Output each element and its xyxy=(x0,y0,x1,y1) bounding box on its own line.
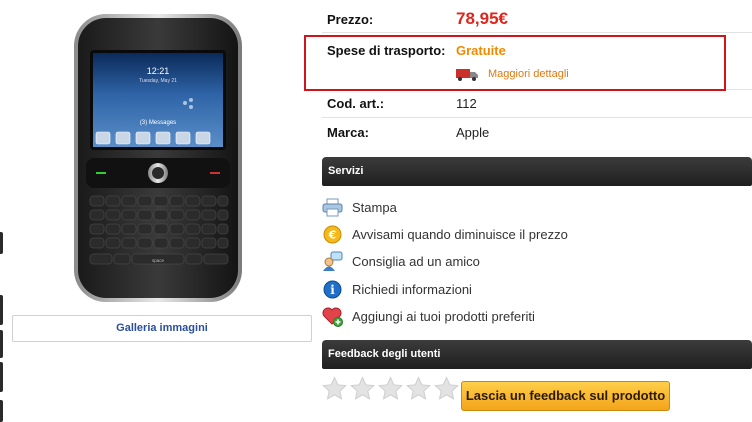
left-edge-strip xyxy=(0,0,4,422)
service-info-label: Richiedi informazioni xyxy=(352,281,472,297)
recommend-friend-icon xyxy=(322,251,343,272)
star-icon[interactable] xyxy=(434,376,459,401)
brand-row: Marca: Apple xyxy=(322,118,752,147)
service-favorites[interactable]: Aggiungi ai tuoi prodotti preferiti xyxy=(322,305,535,327)
service-recommend-label: Consiglia ad un amico xyxy=(352,253,480,269)
shipping-highlight-box xyxy=(304,35,726,91)
product-image[interactable]: 12:21 Tuesday, May 21 (3) Messages space xyxy=(60,8,275,308)
service-price-alert[interactable]: € Avvisami quando diminuisce il prezzo xyxy=(322,223,568,245)
star-icon[interactable] xyxy=(378,376,403,401)
star-icon[interactable] xyxy=(350,376,375,401)
edge-tab xyxy=(0,362,3,392)
edge-tab xyxy=(0,295,3,325)
heart-plus-icon xyxy=(322,306,343,327)
price-value: 78,95€ xyxy=(456,9,508,28)
brand-label: Marca: xyxy=(327,125,369,140)
star-icon[interactable] xyxy=(406,376,431,401)
service-favorites-label: Aggiungi ai tuoi prodotti preferiti xyxy=(352,308,535,324)
code-value: 112 xyxy=(456,96,477,111)
service-price-alert-label: Avvisami quando diminuisce il prezzo xyxy=(352,226,568,242)
service-info[interactable]: i Richiedi informazioni xyxy=(322,278,472,300)
code-row: Cod. art.: 112 xyxy=(322,90,752,118)
phone-time: 12:21 xyxy=(147,66,170,76)
star-icon[interactable] xyxy=(322,376,347,401)
svg-text:i: i xyxy=(330,283,335,297)
edge-tab xyxy=(0,232,3,254)
phone-messages: (3) Messages xyxy=(140,120,176,126)
edge-tab xyxy=(0,330,3,358)
service-print[interactable]: Stampa xyxy=(322,196,397,218)
euro-coin-icon: € xyxy=(322,224,343,245)
feedback-header: Feedback degli utenti xyxy=(322,340,752,369)
gallery-button[interactable]: Galleria immagini xyxy=(12,315,312,342)
services-header: Servizi xyxy=(322,157,752,186)
price-row: Prezzo: 78,95€ xyxy=(322,0,752,33)
service-recommend[interactable]: Consiglia ad un amico xyxy=(322,250,480,272)
phone-date: Tuesday, May 21 xyxy=(139,78,177,84)
leave-feedback-button[interactable]: Lascia un feedback sul prodotto xyxy=(461,381,670,411)
phone-illustration: 12:21 Tuesday, May 21 (3) Messages space xyxy=(74,14,242,302)
space-key-label: space xyxy=(152,258,165,263)
edge-tab xyxy=(0,400,3,422)
svg-text:€: € xyxy=(328,228,337,241)
printer-icon xyxy=(322,197,343,218)
service-print-label: Stampa xyxy=(352,199,397,215)
code-label: Cod. art.: xyxy=(327,96,385,111)
info-icon: i xyxy=(322,279,343,300)
rating-stars[interactable] xyxy=(322,376,459,401)
brand-value: Apple xyxy=(456,125,490,140)
price-label: Prezzo: xyxy=(327,12,374,27)
